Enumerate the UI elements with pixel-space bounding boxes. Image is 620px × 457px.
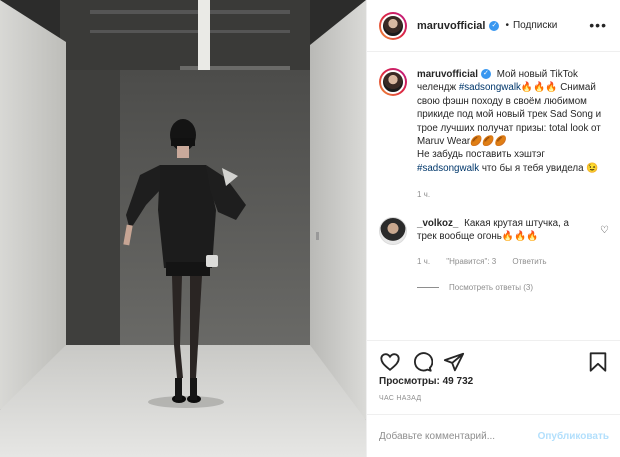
caption-username[interactable]: maruvofficial [417,69,478,80]
author-avatar[interactable] [379,11,407,40]
action-bar [367,340,620,380]
caption-meta: 1 ч. [417,188,607,201]
follow-status-button[interactable]: Подписки [513,20,557,31]
caption-body: maruvofficial ✓ Мой новый TikTok челендж … [417,68,607,202]
comment-likes[interactable]: "Нравится": 3 [446,257,496,266]
caption-time[interactable]: 1 ч. [417,190,430,199]
comments-list[interactable]: maruvofficial ✓ Мой новый TikTok челендж … [367,52,620,340]
hashtag-link-2[interactable]: #sadsongwalk [417,163,479,174]
more-options-icon[interactable]: ••• [589,17,607,33]
post-header: maruvofficial ✓ • Подписки ••• [367,0,620,52]
comment-time[interactable]: 1 ч. [417,257,430,266]
caption-verified-icon: ✓ [480,69,491,80]
post-video-frame [0,0,366,457]
bookmark-icon[interactable] [587,351,609,373]
author-username[interactable]: maruvofficial [417,20,485,32]
views-count[interactable]: Просмотры: 49 732 [379,376,473,387]
comment-icon[interactable] [411,351,433,373]
post-media[interactable] [0,0,366,457]
caption-text-4: что бы я тебя увидела 😉 [481,162,599,174]
separator-dot: • [505,20,509,31]
replies-line [417,286,439,288]
reply-button[interactable]: Ответить [512,257,546,266]
post-panel: maruvofficial ✓ • Подписки ••• maruvoffi… [366,0,620,457]
post-timestamp[interactable]: ЧАС НАЗАД [379,395,421,402]
hashtag-link[interactable]: #sadsongwalk [459,82,521,93]
comment-body: _volkoz_ Какая крутая штучка, а трек воо… [417,217,587,269]
heart-icon[interactable] [379,351,401,373]
caption-text-3: Не забудь поставить хэштэг [417,149,545,161]
view-replies-label[interactable]: Посмотреть ответы (3) [449,283,533,292]
add-comment-bar: Добавьте комментарий... Опубликовать [367,414,620,457]
caption-entry: maruvofficial ✓ Мой новый TikTok челендж … [379,68,609,202]
caption-avatar[interactable] [379,68,407,96]
comment-meta: 1 ч. "Нравится": 3 Ответить [417,255,587,268]
share-icon[interactable] [443,351,465,373]
comment-like-icon[interactable]: ♡ [600,225,609,236]
commenter-username[interactable]: _volkoz_ [417,218,458,229]
comment-input[interactable]: Добавьте комментарий... [379,431,495,442]
view-replies[interactable]: Посмотреть ответы (3) [379,283,609,292]
verified-badge-icon: ✓ [489,20,500,31]
comment-entry: _volkoz_ Какая крутая штучка, а трек воо… [379,216,609,269]
commenter-avatar[interactable] [379,216,407,245]
publish-button[interactable]: Опубликовать [538,431,609,442]
